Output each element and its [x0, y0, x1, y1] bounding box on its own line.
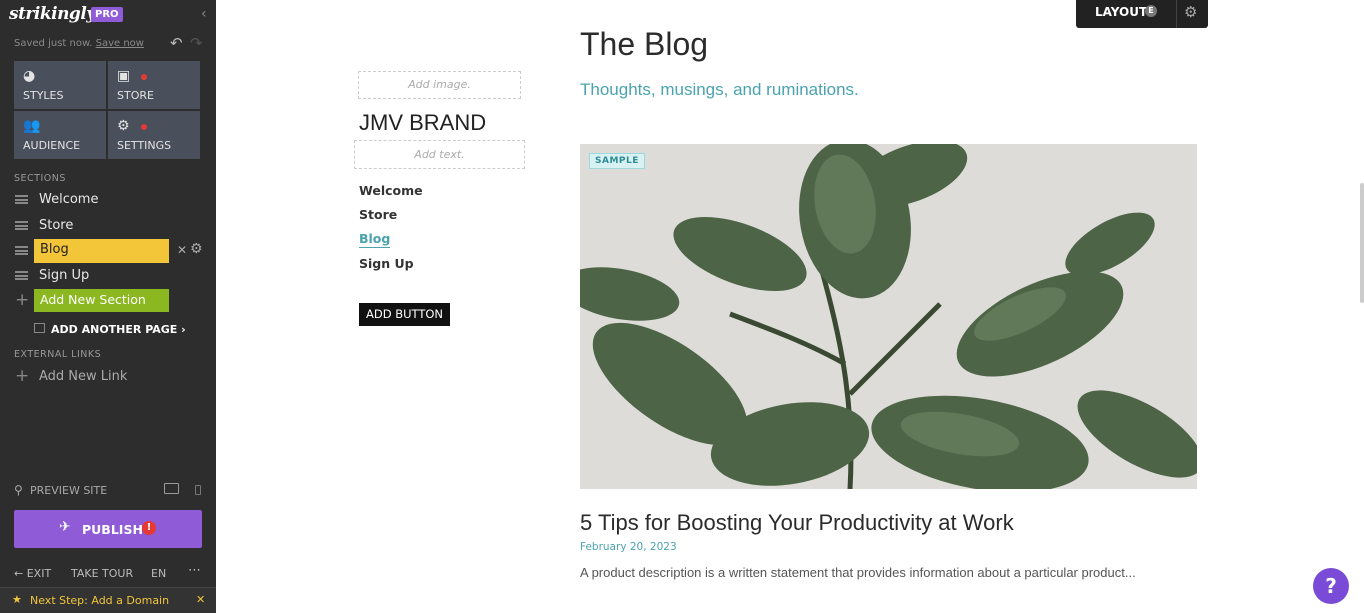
save-status: Saved just now. Save now — [14, 38, 144, 49]
section-store[interactable]: Store — [39, 218, 73, 233]
shopping-bag-icon: ▣ — [117, 68, 131, 84]
post-image[interactable]: SAMPLE — [580, 144, 1197, 489]
drag-handle-icon[interactable] — [15, 195, 28, 204]
post-description: A product description is a written state… — [580, 565, 1136, 580]
brand-name[interactable]: JMV BRAND — [359, 110, 486, 136]
add-text-placeholder[interactable]: Add text. — [354, 140, 525, 169]
post-date: February 20, 2023 — [580, 541, 677, 553]
next-step-bar[interactable]: ★ Next Step: Add a Domain ✕ — [0, 587, 216, 613]
strikingly-logo: strikingly — [9, 4, 96, 24]
store-button[interactable]: ▣ STORE — [108, 61, 200, 109]
people-icon: 👥 — [23, 118, 41, 134]
layout-button[interactable]: LAYOUT — [1095, 5, 1147, 19]
section-welcome[interactable]: Welcome — [39, 192, 98, 207]
gear-icon: ⚙ — [117, 118, 130, 134]
mobile-preview-icon[interactable] — [195, 485, 201, 495]
store-alert-dot — [141, 74, 147, 80]
delete-section-icon[interactable]: ✕ — [177, 243, 187, 257]
help-button[interactable]: ? — [1313, 568, 1349, 604]
undo-icon[interactable]: ↶ — [170, 34, 183, 52]
add-another-page-button[interactable]: ADD ANOTHER PAGE › — [51, 323, 186, 336]
rocket-icon: ✈ — [59, 519, 71, 535]
publish-alert-badge: ! — [142, 521, 156, 535]
preview-site-button[interactable]: PREVIEW SITE — [30, 484, 107, 497]
drag-handle-icon[interactable] — [15, 246, 28, 255]
plus-icon: + — [15, 366, 30, 386]
editor-sidebar: strikingly PRO ‹ Saved just now. Save no… — [0, 0, 216, 613]
sections-heading: SECTIONS — [14, 173, 66, 184]
more-options-icon[interactable]: ⋯ — [188, 563, 201, 578]
external-links-heading: EXTERNAL LINKS — [14, 349, 102, 360]
drag-handle-icon[interactable] — [15, 221, 28, 230]
layout-badge: E — [1145, 5, 1157, 17]
section-gear-icon[interactable]: ⚙ — [1184, 3, 1197, 21]
settings-alert-dot — [141, 124, 147, 130]
blog-subtitle[interactable]: Thoughts, musings, and ruminations. — [580, 80, 859, 100]
styles-button[interactable]: ◕ STYLES — [14, 61, 106, 109]
pro-badge: PRO — [91, 7, 123, 22]
section-blog[interactable]: Blog — [34, 239, 169, 263]
nav-link-sign-up[interactable]: Sign Up — [359, 256, 414, 271]
save-now-link[interactable]: Save now — [96, 38, 144, 49]
collapse-sidebar-icon[interactable]: ‹ — [201, 6, 207, 22]
settings-button[interactable]: ⚙ SETTINGS — [108, 111, 200, 159]
desktop-preview-icon[interactable] — [164, 483, 179, 494]
post-title[interactable]: 5 Tips for Boosting Your Productivity at… — [580, 510, 1014, 536]
palette-icon: ◕ — [23, 68, 36, 84]
site-preview: Add image. JMV BRAND Add text. Welcome S… — [216, 0, 1364, 613]
pages-icon — [34, 323, 45, 333]
close-icon[interactable]: ✕ — [196, 593, 205, 606]
scrollbar[interactable] — [1360, 183, 1364, 303]
add-new-link-button[interactable]: Add New Link — [39, 369, 127, 384]
exit-button[interactable]: ← EXIT — [14, 567, 51, 580]
add-new-section-button[interactable]: Add New Section — [34, 289, 169, 312]
blog-title[interactable]: The Blog — [580, 26, 708, 63]
search-icon: ⚲ — [14, 483, 23, 497]
language-button[interactable]: EN — [151, 567, 166, 580]
add-button[interactable]: ADD BUTTON — [359, 303, 450, 326]
redo-icon[interactable]: ↷ — [190, 34, 203, 52]
section-settings-gear-icon[interactable]: ⚙ — [190, 241, 203, 257]
star-icon: ★ — [12, 593, 22, 606]
layout-toolbar: LAYOUT E ⚙ — [1076, 0, 1208, 28]
plant-illustration — [580, 144, 1197, 489]
section-sign-up[interactable]: Sign Up — [39, 268, 89, 283]
publish-button[interactable]: ✈ PUBLISH ! — [14, 510, 202, 548]
nav-link-store[interactable]: Store — [359, 207, 397, 222]
take-tour-button[interactable]: TAKE TOUR — [71, 567, 133, 580]
sample-badge: SAMPLE — [589, 153, 645, 169]
drag-handle-icon[interactable] — [15, 271, 28, 280]
nav-link-welcome[interactable]: Welcome — [359, 183, 423, 198]
plus-icon: + — [15, 290, 30, 310]
add-image-placeholder[interactable]: Add image. — [358, 71, 521, 99]
audience-button[interactable]: 👥 AUDIENCE — [14, 111, 106, 159]
nav-link-blog[interactable]: Blog — [359, 231, 391, 248]
